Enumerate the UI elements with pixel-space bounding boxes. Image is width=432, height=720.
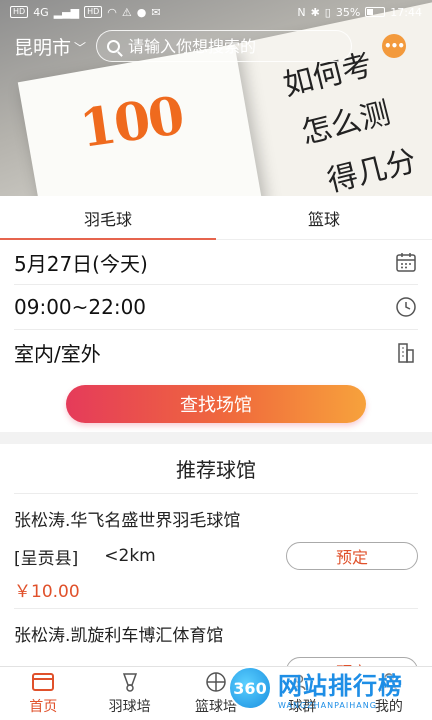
venue-district: [呈贡县]	[14, 548, 79, 569]
date-value: 5月27日(今天)	[14, 251, 148, 276]
venue-meta: [呈贡县] <2km 预定	[14, 542, 418, 570]
venue-card[interactable]: 张松涛.华飞名盛世界羽毛球馆 [呈贡县] <2km 预定 ￥10.00	[14, 494, 418, 609]
nav-badminton-label: 羽球培	[108, 699, 151, 715]
search-panel: 羽毛球 篮球 5月27日(今天) 09:00~22:00 室内/室外 查找场馆	[0, 196, 432, 432]
shuttlecock-icon	[117, 670, 143, 694]
status-bar: HD 4G ▂▄▆ HD ◠ ⚠ ● ✉ N ✱ ▯ 35% 17:44	[0, 0, 432, 24]
nav-profile[interactable]: 我的	[346, 667, 432, 720]
nav-badminton-training[interactable]: 羽球培	[86, 667, 172, 720]
message-icon: ●	[136, 5, 147, 19]
sport-tabs: 羽毛球 篮球	[0, 196, 432, 240]
signal-icon: ▂▄▆	[53, 5, 80, 19]
bottom-nav: 首页 羽球培 篮球培 球群 我的	[0, 666, 432, 720]
bluetooth-icon: ✱	[310, 5, 320, 19]
date-row[interactable]: 5月27日(今天)	[14, 240, 418, 285]
nav-profile-label: 我的	[374, 699, 403, 715]
network-chip-2: HD	[84, 6, 103, 18]
venue-type-row[interactable]: 室内/室外	[14, 330, 418, 375]
recommend-section: 推荐球馆 张松涛.华飞名盛世界羽毛球馆 [呈贡县] <2km 预定 ￥10.00…	[0, 444, 432, 672]
search-box[interactable]	[96, 30, 353, 62]
recommend-title: 推荐球馆	[14, 444, 418, 494]
search-input[interactable]	[128, 36, 339, 56]
vibrate-icon: ▯	[324, 5, 331, 19]
venue-name: 张松涛.华飞名盛世界羽毛球馆	[14, 511, 241, 531]
nav-basketball-label: 篮球培	[195, 699, 238, 715]
nav-basketball-training[interactable]: 篮球培	[173, 667, 259, 720]
time-range-value: 09:00~22:00	[14, 295, 147, 319]
more-dots-icon[interactable]: •••	[382, 34, 406, 58]
book-button[interactable]: 预定	[286, 542, 418, 570]
nav-home-label: 首页	[29, 699, 58, 715]
tab-badminton[interactable]: 羽毛球	[0, 196, 216, 239]
network-chip: HD	[10, 6, 29, 18]
nfc-icon: N	[297, 5, 306, 19]
building-icon	[394, 341, 418, 365]
battery-icon	[365, 7, 386, 17]
chevron-down-icon: ﹀	[74, 41, 87, 55]
calendar-icon	[394, 250, 418, 274]
clock-icon	[394, 295, 418, 319]
venue-card[interactable]: 张松涛.凯旋利车博汇体育馆 预定	[14, 609, 418, 672]
nav-groups[interactable]: 球群	[259, 667, 345, 720]
clock: 17:44	[390, 5, 422, 19]
battery-percent: 35%	[335, 5, 361, 19]
profile-icon	[376, 670, 402, 694]
group-icon	[289, 670, 315, 694]
venue-distance: <2km	[104, 546, 156, 566]
venue-price: ￥10.00	[14, 581, 80, 602]
basketball-icon	[203, 670, 229, 694]
time-row[interactable]: 09:00~22:00	[14, 285, 418, 330]
signal-text: 4G	[33, 5, 49, 19]
venue-type-value: 室内/室外	[14, 342, 101, 366]
venue-name: 张松涛.凯旋利车博汇体育馆	[14, 626, 224, 646]
city-label: 昆明市	[14, 36, 72, 59]
home-icon	[30, 670, 56, 694]
wifi-icon: ◠	[107, 5, 117, 19]
warning-icon: ⚠	[121, 5, 132, 19]
city-selector[interactable]: 昆明市 ﹀	[14, 33, 86, 60]
top-bar: 昆明市 ﹀ •••	[0, 24, 432, 68]
search-icon	[107, 39, 121, 53]
mail-icon: ✉	[151, 5, 161, 19]
find-venue-button[interactable]: 查找场馆	[66, 385, 366, 423]
tab-basketball[interactable]: 篮球	[216, 196, 432, 239]
nav-groups-label: 球群	[288, 699, 317, 715]
nav-home[interactable]: 首页	[0, 667, 86, 720]
active-tab-underline	[0, 238, 216, 240]
